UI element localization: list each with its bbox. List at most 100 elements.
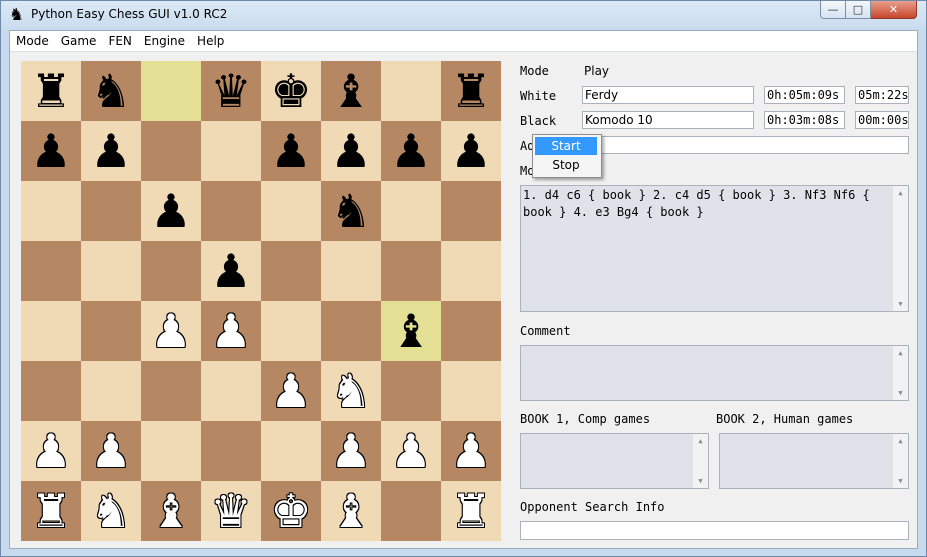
move-list[interactable]: 1. d4 c6 { book } 2. c4 d5 { book } 3. N… xyxy=(520,185,909,312)
white-pawn-icon[interactable]: ♟ xyxy=(30,421,71,481)
square-f1[interactable]: ♝ xyxy=(321,481,381,541)
square-g4[interactable]: ♝ xyxy=(381,301,441,361)
move-list-scrollbar[interactable]: ▲ ▼ xyxy=(892,186,908,311)
black-pawn-icon[interactable]: ♟ xyxy=(210,241,251,301)
square-b3[interactable] xyxy=(81,361,141,421)
square-a5[interactable] xyxy=(21,241,81,301)
black-pawn-icon[interactable]: ♟ xyxy=(270,121,311,181)
start-menu-item[interactable]: Start xyxy=(535,137,597,155)
square-c8[interactable] xyxy=(141,61,201,121)
square-d4[interactable]: ♟ xyxy=(201,301,261,361)
square-e1[interactable]: ♚ xyxy=(261,481,321,541)
square-e4[interactable] xyxy=(261,301,321,361)
square-d7[interactable] xyxy=(201,121,261,181)
square-c6[interactable]: ♟ xyxy=(141,181,201,241)
black-pawn-icon[interactable]: ♟ xyxy=(90,121,131,181)
square-f7[interactable]: ♟ xyxy=(321,121,381,181)
white-pawn-icon[interactable]: ♟ xyxy=(270,361,311,421)
black-king-icon[interactable]: ♚ xyxy=(270,61,311,121)
white-queen-icon[interactable]: ♛ xyxy=(210,481,251,541)
black-player-field[interactable]: Komodo 10 xyxy=(582,111,754,129)
square-g5[interactable] xyxy=(381,241,441,301)
square-g8[interactable] xyxy=(381,61,441,121)
square-b7[interactable]: ♟ xyxy=(81,121,141,181)
square-e6[interactable] xyxy=(261,181,321,241)
comment-box[interactable]: ▲ ▼ xyxy=(520,345,909,401)
square-d8[interactable]: ♛ xyxy=(201,61,261,121)
scroll-up-icon[interactable]: ▲ xyxy=(693,434,708,448)
square-h6[interactable] xyxy=(441,181,501,241)
maximize-button[interactable]: □ xyxy=(846,1,871,19)
white-pawn-icon[interactable]: ♟ xyxy=(90,421,131,481)
white-bishop-icon[interactable]: ♝ xyxy=(150,481,191,541)
black-bishop-icon[interactable]: ♝ xyxy=(390,301,431,361)
comment-scrollbar[interactable]: ▲ ▼ xyxy=(892,346,908,400)
black-rook-icon[interactable]: ♜ xyxy=(30,61,71,121)
square-a6[interactable] xyxy=(21,181,81,241)
square-h8[interactable]: ♜ xyxy=(441,61,501,121)
square-f8[interactable]: ♝ xyxy=(321,61,381,121)
square-d1[interactable]: ♛ xyxy=(201,481,261,541)
square-b8[interactable]: ♞ xyxy=(81,61,141,121)
close-button[interactable]: ✕ xyxy=(871,1,917,19)
black-bishop-icon[interactable]: ♝ xyxy=(330,61,371,121)
square-b6[interactable] xyxy=(81,181,141,241)
square-h3[interactable] xyxy=(441,361,501,421)
menu-help[interactable]: Help xyxy=(191,31,230,51)
square-c1[interactable]: ♝ xyxy=(141,481,201,541)
square-f5[interactable] xyxy=(321,241,381,301)
square-f4[interactable] xyxy=(321,301,381,361)
scroll-down-icon[interactable]: ▼ xyxy=(893,297,908,311)
square-g1[interactable] xyxy=(381,481,441,541)
menu-engine[interactable]: Engine xyxy=(138,31,191,51)
square-e5[interactable] xyxy=(261,241,321,301)
menu-fen[interactable]: FEN xyxy=(102,31,137,51)
menu-game[interactable]: Game xyxy=(55,31,103,51)
square-g7[interactable]: ♟ xyxy=(381,121,441,181)
square-b2[interactable]: ♟ xyxy=(81,421,141,481)
white-rook-icon[interactable]: ♜ xyxy=(30,481,71,541)
square-d3[interactable] xyxy=(201,361,261,421)
book2-box[interactable]: ▲ ▼ xyxy=(719,433,909,489)
square-c2[interactable] xyxy=(141,421,201,481)
square-h5[interactable] xyxy=(441,241,501,301)
square-e2[interactable] xyxy=(261,421,321,481)
square-e8[interactable]: ♚ xyxy=(261,61,321,121)
minimize-button[interactable]: — xyxy=(820,1,846,19)
square-g2[interactable]: ♟ xyxy=(381,421,441,481)
square-h2[interactable]: ♟ xyxy=(441,421,501,481)
black-pawn-icon[interactable]: ♟ xyxy=(330,121,371,181)
white-pawn-icon[interactable]: ♟ xyxy=(450,421,491,481)
square-a2[interactable]: ♟ xyxy=(21,421,81,481)
square-c4[interactable]: ♟ xyxy=(141,301,201,361)
square-b4[interactable] xyxy=(81,301,141,361)
square-d2[interactable] xyxy=(201,421,261,481)
square-h1[interactable]: ♜ xyxy=(441,481,501,541)
square-b5[interactable] xyxy=(81,241,141,301)
square-c3[interactable] xyxy=(141,361,201,421)
white-knight-icon[interactable]: ♞ xyxy=(330,361,371,421)
black-knight-icon[interactable]: ♞ xyxy=(330,181,371,241)
square-g6[interactable] xyxy=(381,181,441,241)
title-bar[interactable]: ♞ Python Easy Chess GUI v1.0 RC2 — □ ✕ xyxy=(1,1,926,29)
square-c7[interactable] xyxy=(141,121,201,181)
square-e7[interactable]: ♟ xyxy=(261,121,321,181)
square-c5[interactable] xyxy=(141,241,201,301)
square-a4[interactable] xyxy=(21,301,81,361)
white-pawn-icon[interactable]: ♟ xyxy=(210,301,251,361)
white-king-icon[interactable]: ♚ xyxy=(270,481,311,541)
black-pawn-icon[interactable]: ♟ xyxy=(390,121,431,181)
square-f2[interactable]: ♟ xyxy=(321,421,381,481)
menu-mode[interactable]: Mode xyxy=(10,31,55,51)
black-queen-icon[interactable]: ♛ xyxy=(210,61,251,121)
black-pawn-icon[interactable]: ♟ xyxy=(30,121,71,181)
adviser-field[interactable] xyxy=(582,136,909,154)
square-a7[interactable]: ♟ xyxy=(21,121,81,181)
white-pawn-icon[interactable]: ♟ xyxy=(330,421,371,481)
scroll-down-icon[interactable]: ▼ xyxy=(893,474,908,488)
square-g3[interactable] xyxy=(381,361,441,421)
square-a8[interactable]: ♜ xyxy=(21,61,81,121)
white-bishop-icon[interactable]: ♝ xyxy=(330,481,371,541)
black-rook-icon[interactable]: ♜ xyxy=(450,61,491,121)
white-pawn-icon[interactable]: ♟ xyxy=(150,301,191,361)
